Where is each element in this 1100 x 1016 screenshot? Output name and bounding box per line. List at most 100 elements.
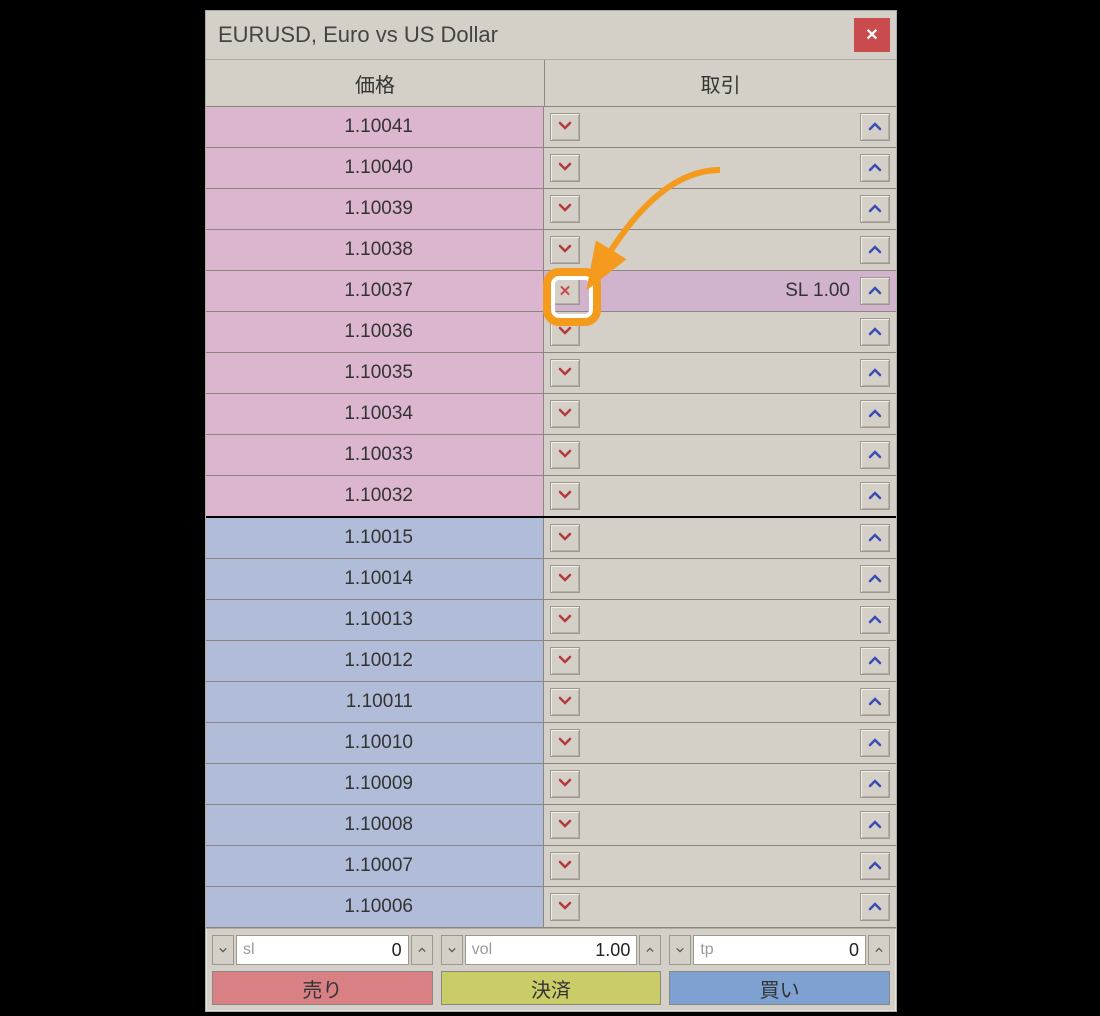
price-cell[interactable]: 1.10008 — [206, 805, 544, 845]
buy-chevron-button[interactable] — [860, 482, 890, 510]
sl-up-button[interactable] — [411, 935, 433, 965]
close-button[interactable]: 決済 — [441, 971, 662, 1005]
sell-chevron-button[interactable] — [550, 482, 580, 510]
chevron-up-icon — [868, 119, 882, 135]
sell-chevron-button[interactable] — [550, 893, 580, 921]
buy-chevron-button[interactable] — [860, 441, 890, 469]
sell-chevron-button[interactable] — [550, 688, 580, 716]
sell-chevron-button[interactable] — [550, 113, 580, 141]
sell-chevron-button[interactable] — [550, 524, 580, 552]
vol-down-button[interactable] — [441, 935, 463, 965]
sell-chevron-button[interactable] — [550, 154, 580, 182]
buy-chevron-button[interactable] — [860, 195, 890, 223]
chevron-up-icon — [868, 817, 882, 833]
trade-cell — [544, 189, 896, 229]
trade-cell — [544, 887, 896, 927]
sell-chevron-button[interactable] — [550, 852, 580, 880]
price-row: 1.10012 — [206, 641, 896, 682]
price-cell[interactable]: 1.10014 — [206, 559, 544, 599]
vol-value: 1.00 — [595, 940, 630, 961]
buy-chevron-button[interactable] — [860, 893, 890, 921]
buy-chevron-button[interactable] — [860, 400, 890, 428]
buy-button[interactable]: 買い — [669, 971, 890, 1005]
price-cell[interactable]: 1.10015 — [206, 518, 544, 558]
chevron-down-icon — [558, 612, 572, 628]
buy-chevron-button[interactable] — [860, 565, 890, 593]
sell-chevron-button[interactable] — [550, 318, 580, 346]
chevron-down-icon — [558, 530, 572, 546]
price-cell[interactable]: 1.10009 — [206, 764, 544, 804]
buy-chevron-button[interactable] — [860, 606, 890, 634]
price-cell[interactable]: 1.10012 — [206, 641, 544, 681]
price-cell[interactable]: 1.10011 — [206, 682, 544, 722]
price-cell[interactable]: 1.10038 — [206, 230, 544, 270]
sell-chevron-button[interactable] — [550, 770, 580, 798]
sl-down-button[interactable] — [212, 935, 234, 965]
tp-down-button[interactable] — [669, 935, 691, 965]
buy-chevron-button[interactable] — [860, 113, 890, 141]
cancel-order-button[interactable]: ✕ — [550, 277, 580, 305]
chevron-up-icon — [868, 365, 882, 381]
trade-cell: ✕ SL 1.00 — [544, 271, 896, 311]
buy-chevron-button[interactable] — [860, 688, 890, 716]
price-cell[interactable]: 1.10010 — [206, 723, 544, 763]
sell-chevron-button[interactable] — [550, 729, 580, 757]
price-row: 1.10014 — [206, 559, 896, 600]
price-cell[interactable]: 1.10035 — [206, 353, 544, 393]
price-cell[interactable]: 1.10040 — [206, 148, 544, 188]
buy-chevron-button[interactable] — [860, 277, 890, 305]
buy-chevron-button[interactable] — [860, 154, 890, 182]
trade-cell — [544, 230, 896, 270]
chevron-up-icon — [868, 242, 882, 258]
buy-chevron-button[interactable] — [860, 811, 890, 839]
price-row: 1.10037 ✕ SL 1.00 — [206, 271, 896, 312]
buy-chevron-button[interactable] — [860, 524, 890, 552]
chevron-up-icon — [868, 612, 882, 628]
price-cell[interactable]: 1.10032 — [206, 476, 544, 516]
price-row: 1.10008 — [206, 805, 896, 846]
trade-cell — [544, 846, 896, 886]
buy-chevron-button[interactable] — [860, 852, 890, 880]
price-cell[interactable]: 1.10033 — [206, 435, 544, 475]
price-cell[interactable]: 1.10041 — [206, 107, 544, 147]
price-row: 1.10032 — [206, 476, 896, 517]
sell-chevron-button[interactable] — [550, 400, 580, 428]
vol-label: vol — [472, 941, 492, 959]
header-price: 価格 — [206, 60, 545, 106]
price-cell[interactable]: 1.10037 — [206, 271, 544, 311]
buy-chevron-button[interactable] — [860, 359, 890, 387]
buy-chevron-button[interactable] — [860, 236, 890, 264]
trade-cell — [544, 518, 896, 558]
tp-up-button[interactable] — [868, 935, 890, 965]
price-cell[interactable]: 1.10007 — [206, 846, 544, 886]
sell-chevron-button[interactable] — [550, 811, 580, 839]
buy-chevron-button[interactable] — [860, 318, 890, 346]
sell-chevron-button[interactable] — [550, 606, 580, 634]
sell-chevron-button[interactable] — [550, 647, 580, 675]
window-title: EURUSD, Euro vs US Dollar — [218, 22, 854, 48]
vol-up-button[interactable] — [639, 935, 661, 965]
sell-chevron-button[interactable] — [550, 236, 580, 264]
sell-chevron-button[interactable] — [550, 195, 580, 223]
buy-chevron-button[interactable] — [860, 770, 890, 798]
sl-input[interactable]: sl 0 — [236, 935, 409, 965]
price-cell[interactable]: 1.10039 — [206, 189, 544, 229]
tp-input[interactable]: tp 0 — [693, 935, 866, 965]
price-cell[interactable]: 1.10034 — [206, 394, 544, 434]
sell-chevron-button[interactable] — [550, 359, 580, 387]
sell-button[interactable]: 売り — [212, 971, 433, 1005]
vol-input[interactable]: vol 1.00 — [465, 935, 638, 965]
trade-label: SL 1.00 — [580, 280, 860, 302]
window-close-button[interactable]: ✕ — [854, 18, 890, 52]
price-cell[interactable]: 1.10013 — [206, 600, 544, 640]
buy-chevron-button[interactable] — [860, 647, 890, 675]
sell-chevron-button[interactable] — [550, 565, 580, 593]
cancel-icon: ✕ — [559, 284, 572, 299]
sell-chevron-button[interactable] — [550, 441, 580, 469]
sl-value: 0 — [392, 940, 402, 961]
buy-chevron-button[interactable] — [860, 729, 890, 757]
price-cell[interactable]: 1.10036 — [206, 312, 544, 352]
chevron-up-icon — [868, 406, 882, 422]
price-cell[interactable]: 1.10006 — [206, 887, 544, 927]
chevron-down-icon — [558, 653, 572, 669]
